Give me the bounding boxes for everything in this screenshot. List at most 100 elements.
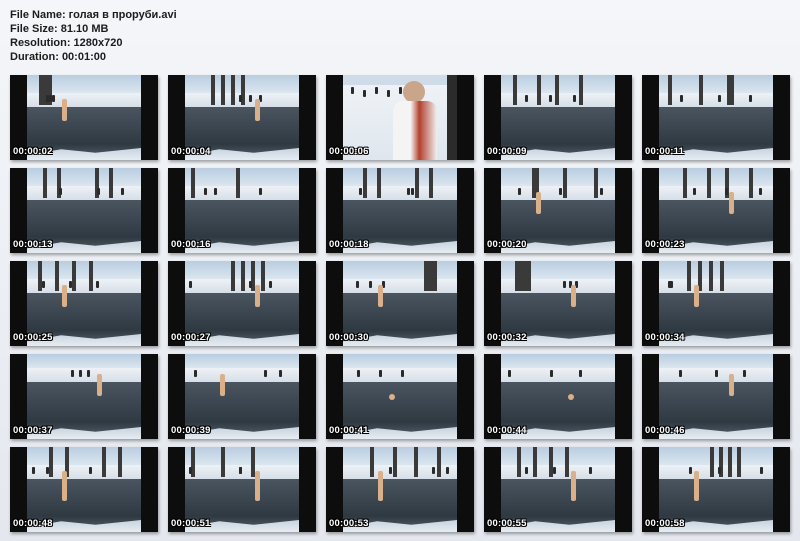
tree-trunk (687, 261, 691, 291)
distant-person (389, 467, 392, 474)
bather-head (389, 394, 395, 400)
video-thumbnail: 00:00:32 (484, 261, 632, 346)
timestamp-label: 00:00:06 (329, 146, 369, 157)
sky (343, 75, 457, 85)
video-thumbnail: 00:00:23 (642, 168, 790, 253)
video-thumbnail: 00:00:02 (10, 75, 158, 160)
video-thumbnail: 00:00:13 (10, 168, 158, 253)
video-thumbnail: 00:00:46 (642, 354, 790, 439)
video-thumbnail: 00:00:55 (484, 447, 632, 532)
bather (255, 285, 260, 307)
bather (97, 374, 102, 396)
distant-person (269, 281, 272, 288)
tree-trunk (565, 447, 569, 477)
distant-person (725, 188, 728, 195)
distant-person (32, 467, 35, 474)
tree-trunk (221, 447, 225, 477)
snowy-shore (185, 465, 299, 479)
sky (659, 261, 773, 279)
distant-person (356, 281, 359, 288)
bather (729, 192, 734, 214)
file-size-label: File Size: 81.10 MB (10, 23, 109, 35)
tree-trunk (241, 261, 245, 291)
tree-trunk (43, 168, 47, 198)
distant-person (369, 281, 372, 288)
distant-person (387, 90, 390, 97)
sky (659, 354, 773, 368)
distant-person (279, 370, 282, 377)
tree-trunk (513, 75, 517, 105)
distant-person (89, 467, 92, 474)
thumbnail-grid: 00:00:02 00:00:04 00:00:06 00:00:09 00:00:11… (10, 75, 790, 532)
timestamp-label: 00:00:32 (487, 332, 527, 343)
distant-person (573, 95, 576, 102)
distant-person (194, 370, 197, 377)
timestamp-label: 00:00:11 (645, 146, 685, 157)
tree-trunk (118, 447, 122, 477)
snowy-shore (659, 186, 773, 200)
distant-person (563, 281, 566, 288)
tree-trunk (89, 261, 93, 291)
tree-trunk (517, 447, 521, 477)
distant-person (525, 467, 528, 474)
tree-trunk (537, 75, 541, 105)
tree-trunk (563, 168, 567, 198)
resolution-label: Resolution: 1280x720 (10, 37, 123, 49)
tree-trunk (429, 168, 433, 198)
video-thumbnail: 00:00:27 (168, 261, 316, 346)
distant-person (249, 95, 252, 102)
snowy-shore (659, 93, 773, 107)
distant-person (715, 370, 718, 377)
timestamp-label: 00:00:46 (645, 425, 685, 436)
distant-person (549, 95, 552, 102)
bather (220, 374, 225, 396)
tree-trunk (699, 75, 703, 105)
distant-person (411, 188, 414, 195)
tree-trunk (447, 75, 457, 160)
video-thumbnail: 00:00:44 (484, 354, 632, 439)
bather (729, 374, 734, 396)
tree-trunk (555, 75, 559, 105)
distant-person (407, 188, 410, 195)
video-thumbnail: 00:00:30 (326, 261, 474, 346)
distant-person (375, 87, 378, 94)
distant-person (259, 188, 262, 195)
timestamp-label: 00:00:53 (329, 518, 369, 529)
video-thumbnail: 00:00:16 (168, 168, 316, 253)
snowy-shore (185, 186, 299, 200)
sky (185, 354, 299, 368)
sky (659, 168, 773, 186)
distant-person (214, 188, 217, 195)
snowy-shore (659, 465, 773, 479)
bather (536, 192, 541, 214)
video-thumbnail: 00:00:06 (326, 75, 474, 160)
sky (27, 261, 141, 279)
distant-person (204, 188, 207, 195)
snowy-shore (27, 368, 141, 382)
distant-person (689, 467, 692, 474)
bather (694, 471, 699, 501)
timestamp-label: 00:00:20 (487, 239, 527, 250)
sky (343, 168, 457, 186)
distant-person (432, 467, 435, 474)
tree-trunk (49, 447, 53, 477)
timestamp-label: 00:00:25 (13, 332, 53, 343)
distant-person (249, 281, 252, 288)
distant-person (96, 281, 99, 288)
file-name-label: File Name: голая в проруби.avi (10, 9, 177, 21)
distant-person (550, 370, 553, 377)
video-thumbnail: 00:00:58 (642, 447, 790, 532)
timestamp-label: 00:00:55 (487, 518, 527, 529)
distant-person (579, 370, 582, 377)
duration-label: Duration: 00:01:00 (10, 51, 106, 63)
video-thumbnail: 00:00:04 (168, 75, 316, 160)
tree-trunk (710, 447, 714, 477)
tree-trunk (370, 447, 374, 477)
tree-trunk (414, 447, 418, 477)
video-thumbnail: 00:00:53 (326, 447, 474, 532)
bather (62, 99, 67, 121)
tree-trunk (527, 261, 531, 291)
tree-trunk (102, 447, 106, 477)
video-thumbnail: 00:00:37 (10, 354, 158, 439)
distant-person (52, 95, 55, 102)
